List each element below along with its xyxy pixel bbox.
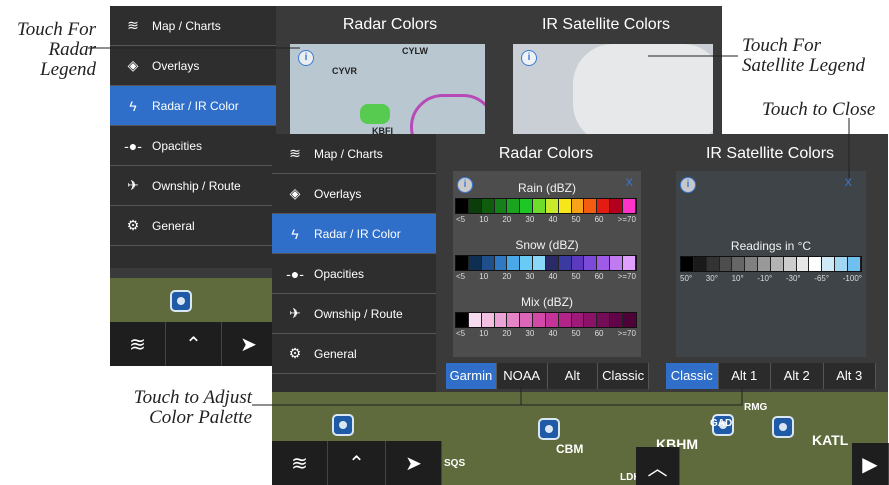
callout-leader-lines [88, 47, 850, 406]
